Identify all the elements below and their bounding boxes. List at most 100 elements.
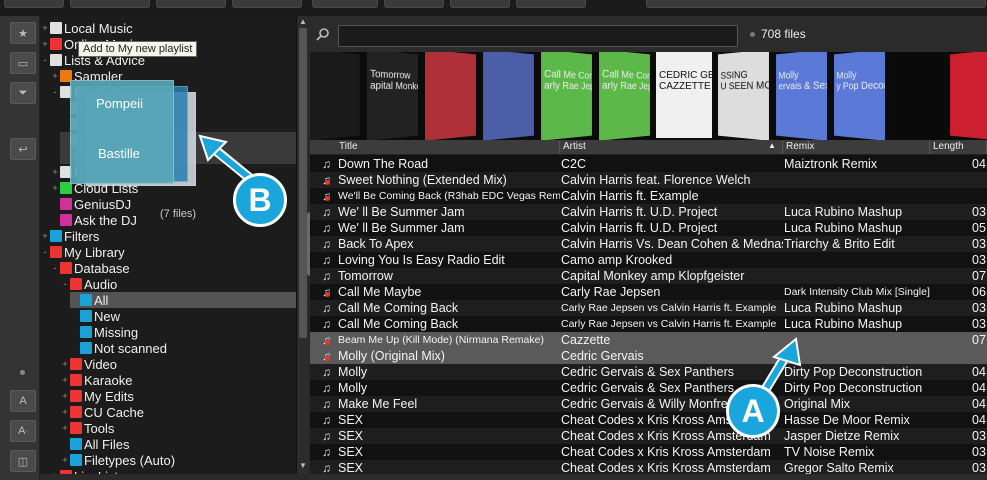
track-row[interactable]: ♫ Tomorrow Capital Monkey amp Klopfgeister… — [310, 268, 987, 284]
tree-item[interactable]: + Video — [60, 356, 296, 372]
tree-item[interactable]: + Filters — [40, 228, 296, 244]
expand-toggle-icon[interactable]: + — [60, 375, 70, 385]
expand-toggle-icon[interactable]: + — [60, 359, 70, 369]
expand-toggle-icon[interactable]: + — [60, 455, 70, 465]
top-button[interactable] — [312, 0, 378, 8]
track-row[interactable]: ♫ Molly Cedric Gervais & Sex Panthers Dirty… — [310, 364, 987, 380]
album-cover[interactable]: Molly y Pop Deconstruction — [834, 52, 885, 140]
track-row[interactable]: ♫ Call Me Coming Back Carly Rae Jepsen vs … — [310, 316, 987, 332]
expand-toggle-icon[interactable]: + — [60, 407, 70, 417]
expand-toggle-icon[interactable]: + — [50, 167, 60, 177]
star-icon[interactable]: ★ — [10, 22, 36, 44]
back-icon[interactable]: ↩ — [10, 138, 36, 160]
expand-toggle-icon[interactable]: + — [60, 391, 70, 401]
top-button[interactable] — [450, 0, 510, 8]
top-button[interactable] — [4, 0, 64, 8]
track-row[interactable]: ♫ SEX Cheat Codes x Kris Kross Amsterdam Gr… — [310, 460, 987, 474]
tree-item[interactable]: All Files — [60, 436, 296, 452]
tree-item[interactable]: + My Edits — [60, 388, 296, 404]
expand-toggle-icon[interactable]: + — [50, 183, 60, 193]
search-input[interactable] — [338, 25, 738, 47]
album-cover[interactable]: Call Me Comin arly Rae Jepsen vs Calvi — [599, 52, 650, 140]
track-row[interactable]: ♫ We' ll Be Summer Jam Calvin Harris ft. U… — [310, 204, 987, 220]
font-size-down-button[interactable]: A- — [10, 420, 36, 442]
track-row[interactable]: ♫ We' ll Be Summer Jam Calvin Harris ft. U… — [310, 220, 987, 236]
track-row[interactable]: ♫ SEX Cheat Codes x Kris Kross Amsterdam TV… — [310, 444, 987, 460]
tree-item[interactable]: Missing — [70, 324, 296, 340]
track-row[interactable]: ♫ Call Me Coming Back Carly Rae Jepsen vs … — [310, 300, 987, 316]
column-length[interactable]: Length — [930, 141, 987, 154]
track-row[interactable]: ♫ SEX Cheat Codes x Kris Kross Amsterdam Ha… — [310, 412, 987, 428]
tree-item[interactable]: + LiveLists — [50, 468, 296, 474]
track-title: Tomorrow — [338, 269, 393, 283]
expand-toggle-icon[interactable]: + — [50, 71, 60, 81]
tree-item[interactable]: All — [70, 292, 296, 308]
album-cover[interactable]: Call Me Comin arly Rae Jepsen vs Calvi — [541, 52, 592, 140]
album-cover[interactable] — [425, 52, 476, 140]
tree-item[interactable]: + CU Cache — [60, 404, 296, 420]
tree-item[interactable]: + Tools — [60, 420, 296, 436]
track-row[interactable]: ♫ Down The Road C2C Maiztronk Remix 04 — [310, 156, 987, 172]
expand-toggle-icon[interactable]: - — [50, 87, 60, 97]
search-icon[interactable] — [316, 27, 332, 43]
tree-item[interactable]: Not scanned — [70, 340, 296, 356]
tree-item[interactable]: - Database — [50, 260, 296, 276]
scrollbar-thumb[interactable] — [299, 28, 307, 338]
album-cover[interactable] — [950, 52, 987, 140]
cover-flow[interactable]: Tomorrow apital Monkey amp Klo Call Me Co… — [310, 52, 987, 140]
album-cover[interactable]: CEDRIC GERVAIS CAZZETTE — [656, 52, 712, 138]
font-size-up-button[interactable]: A — [10, 390, 36, 412]
track-row[interactable]: ♫ Loving You Is Easy Radio Edit Camo amp K… — [310, 252, 987, 268]
album-cover[interactable]: Tomorrow apital Monkey amp Klo — [367, 52, 418, 140]
track-row[interactable]: ♫ Make Me Feel Cedric Gervais & Willy Monf… — [310, 396, 987, 412]
top-button[interactable] — [156, 0, 226, 8]
tree-item[interactable]: New — [70, 308, 296, 324]
folder-icon — [50, 22, 62, 34]
expand-toggle-icon[interactable]: + — [60, 423, 70, 433]
track-length: 04 — [972, 157, 986, 171]
drive-icon[interactable]: ▭ — [10, 52, 36, 74]
top-button[interactable] — [232, 0, 302, 8]
tree-item[interactable]: + Karaoke — [60, 372, 296, 388]
album-cover[interactable] — [310, 52, 360, 140]
horizontal-scrollbar[interactable] — [310, 474, 987, 480]
top-button[interactable] — [384, 0, 444, 8]
album-cover[interactable] — [483, 52, 534, 140]
track-row[interactable]: ♫ SEX Cheat Codes x Kris Kross Amsterdam Ja… — [310, 428, 987, 444]
top-button[interactable] — [70, 0, 150, 8]
expand-toggle-icon[interactable]: - — [60, 279, 70, 289]
expand-toggle-icon[interactable]: + — [50, 471, 60, 474]
track-row[interactable]: ♫ We'll Be Coming Back (R3hab EDC Vegas R… — [310, 188, 987, 204]
expand-toggle-icon[interactable]: - — [40, 55, 50, 65]
expand-toggle-icon[interactable]: - — [40, 247, 50, 257]
track-row[interactable]: ♫ Sweet Nothing (Extended Mix) Calvin Harr… — [310, 172, 987, 188]
expand-toggle-icon[interactable]: + — [40, 39, 50, 49]
window-icon[interactable]: ◫ — [10, 450, 36, 472]
top-button[interactable] — [516, 0, 586, 8]
album-cover[interactable] — [892, 52, 943, 140]
tree-item[interactable]: - Audio — [60, 276, 296, 292]
expand-toggle-icon[interactable]: + — [40, 231, 50, 241]
column-artist[interactable]: Artist ▲ — [560, 141, 783, 154]
column-remix[interactable]: Remix — [783, 141, 930, 154]
track-row[interactable]: ♫ Back To Apex Calvin Harris Vs. Dean Cohe… — [310, 236, 987, 252]
expand-toggle-icon[interactable]: - — [50, 263, 60, 273]
track-remix: Luca Rubino Mashup — [784, 221, 903, 235]
column-title[interactable]: Title — [336, 141, 560, 154]
tree-item[interactable]: + Filetypes (Auto) — [60, 452, 296, 468]
scroll-up-icon[interactable]: ▲ — [299, 18, 307, 26]
scroll-down-icon[interactable]: ▼ — [299, 462, 307, 470]
folder-icon — [80, 342, 92, 354]
tree-item[interactable]: - My Library — [40, 244, 296, 260]
filter-icon[interactable]: ⏷ — [10, 82, 36, 104]
folder-icon — [60, 470, 72, 474]
track-row[interactable]: ♫ Beam Me Up (Kill Mode) (Nirmana Remake)… — [310, 332, 987, 348]
album-cover[interactable]: SSING U SEEN MOLLY? — [718, 52, 769, 140]
track-row[interactable]: ♫Molly (Original Mix)Cedric Gervais — [310, 348, 987, 364]
expand-toggle-icon[interactable]: + — [40, 23, 50, 33]
track-row[interactable]: ♫ Molly Cedric Gervais & Sex Panthers Dirty… — [310, 380, 987, 396]
tree-item[interactable]: + Local Music — [40, 20, 296, 36]
track-row[interactable]: ♫ Call Me Maybe Carly Rae Jepsen Dark Inten… — [310, 284, 987, 300]
album-cover[interactable]: Molly ervais & Sex Panthers — [776, 52, 827, 140]
ghost-file-count: (7 files) — [160, 208, 197, 220]
